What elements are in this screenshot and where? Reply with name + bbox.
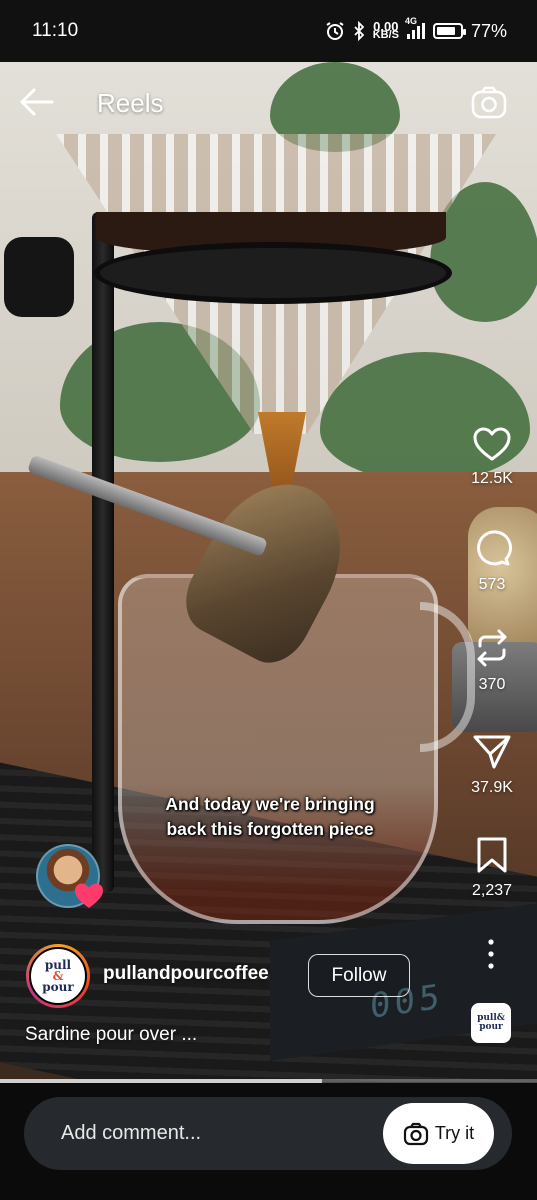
author-avatar[interactable]: pull & pour bbox=[26, 944, 90, 1008]
heart-badge-icon bbox=[75, 883, 103, 908]
save-count: 2,237 bbox=[471, 882, 513, 899]
like-action[interactable]: 12.5K bbox=[460, 426, 524, 488]
net-speed: 0.00 KB/S bbox=[372, 19, 399, 41]
comment-icon[interactable] bbox=[472, 528, 512, 568]
page-title: Reels bbox=[97, 88, 164, 118]
battery-icon bbox=[432, 23, 466, 39]
camera-icon bbox=[403, 1122, 428, 1145]
try-it-label: Try it bbox=[434, 1123, 475, 1143]
repost-icon[interactable] bbox=[472, 628, 512, 668]
like-count: 12.5K bbox=[471, 470, 513, 487]
battery-level bbox=[436, 27, 456, 35]
audio-thumbnail[interactable]: pull& pour bbox=[471, 1003, 511, 1043]
repost-action[interactable]: 370 bbox=[460, 628, 524, 694]
camera-icon[interactable] bbox=[470, 84, 508, 122]
reel-description[interactable]: Sardine pour over ... bbox=[25, 1024, 197, 1046]
share-icon[interactable] bbox=[472, 733, 512, 771]
status-icons: 0.00 KB/S 4G 77% bbox=[325, 16, 507, 42]
more-options-icon[interactable] bbox=[483, 938, 499, 970]
share-action[interactable]: 37.9K bbox=[460, 733, 524, 797]
heart-icon[interactable] bbox=[472, 426, 512, 462]
video-caption: And today we're bringing back this forgo… bbox=[165, 794, 375, 839]
comment-placeholder: Add comment... bbox=[61, 1122, 202, 1144]
status-bar: 11:10 0.00 KB/S 4G 77% bbox=[0, 0, 537, 62]
bluetooth-icon bbox=[354, 21, 364, 41]
try-it-button[interactable]: Try it bbox=[383, 1103, 494, 1164]
share-count: 37.9K bbox=[471, 779, 513, 796]
bottom-bar: Add comment... Try it bbox=[0, 1083, 537, 1200]
stand-pole bbox=[92, 212, 114, 892]
save-action[interactable]: 2,237 bbox=[460, 836, 524, 900]
status-time: 11:10 bbox=[32, 20, 79, 41]
comment-count: 573 bbox=[478, 576, 506, 593]
comment-action[interactable]: 573 bbox=[460, 528, 524, 594]
alarm-icon bbox=[326, 22, 344, 40]
author-avatar-logo: pull & pour bbox=[29, 947, 87, 1005]
reel-video[interactable]: 005 bbox=[0, 62, 537, 1082]
bookmark-icon[interactable] bbox=[475, 836, 509, 874]
back-arrow-icon[interactable] bbox=[16, 82, 58, 124]
signal-icon: 4G bbox=[405, 16, 425, 39]
dripper-ring bbox=[94, 242, 452, 304]
repost-count: 370 bbox=[478, 676, 506, 693]
top-bar: Reels bbox=[0, 72, 537, 136]
comment-input[interactable]: Add comment... Try it bbox=[24, 1097, 512, 1170]
stand-knob bbox=[4, 237, 74, 317]
follow-button[interactable]: Follow bbox=[308, 954, 410, 997]
battery-percent: 77% bbox=[470, 20, 507, 41]
author-username[interactable]: pullandpourcoffee bbox=[103, 963, 269, 985]
